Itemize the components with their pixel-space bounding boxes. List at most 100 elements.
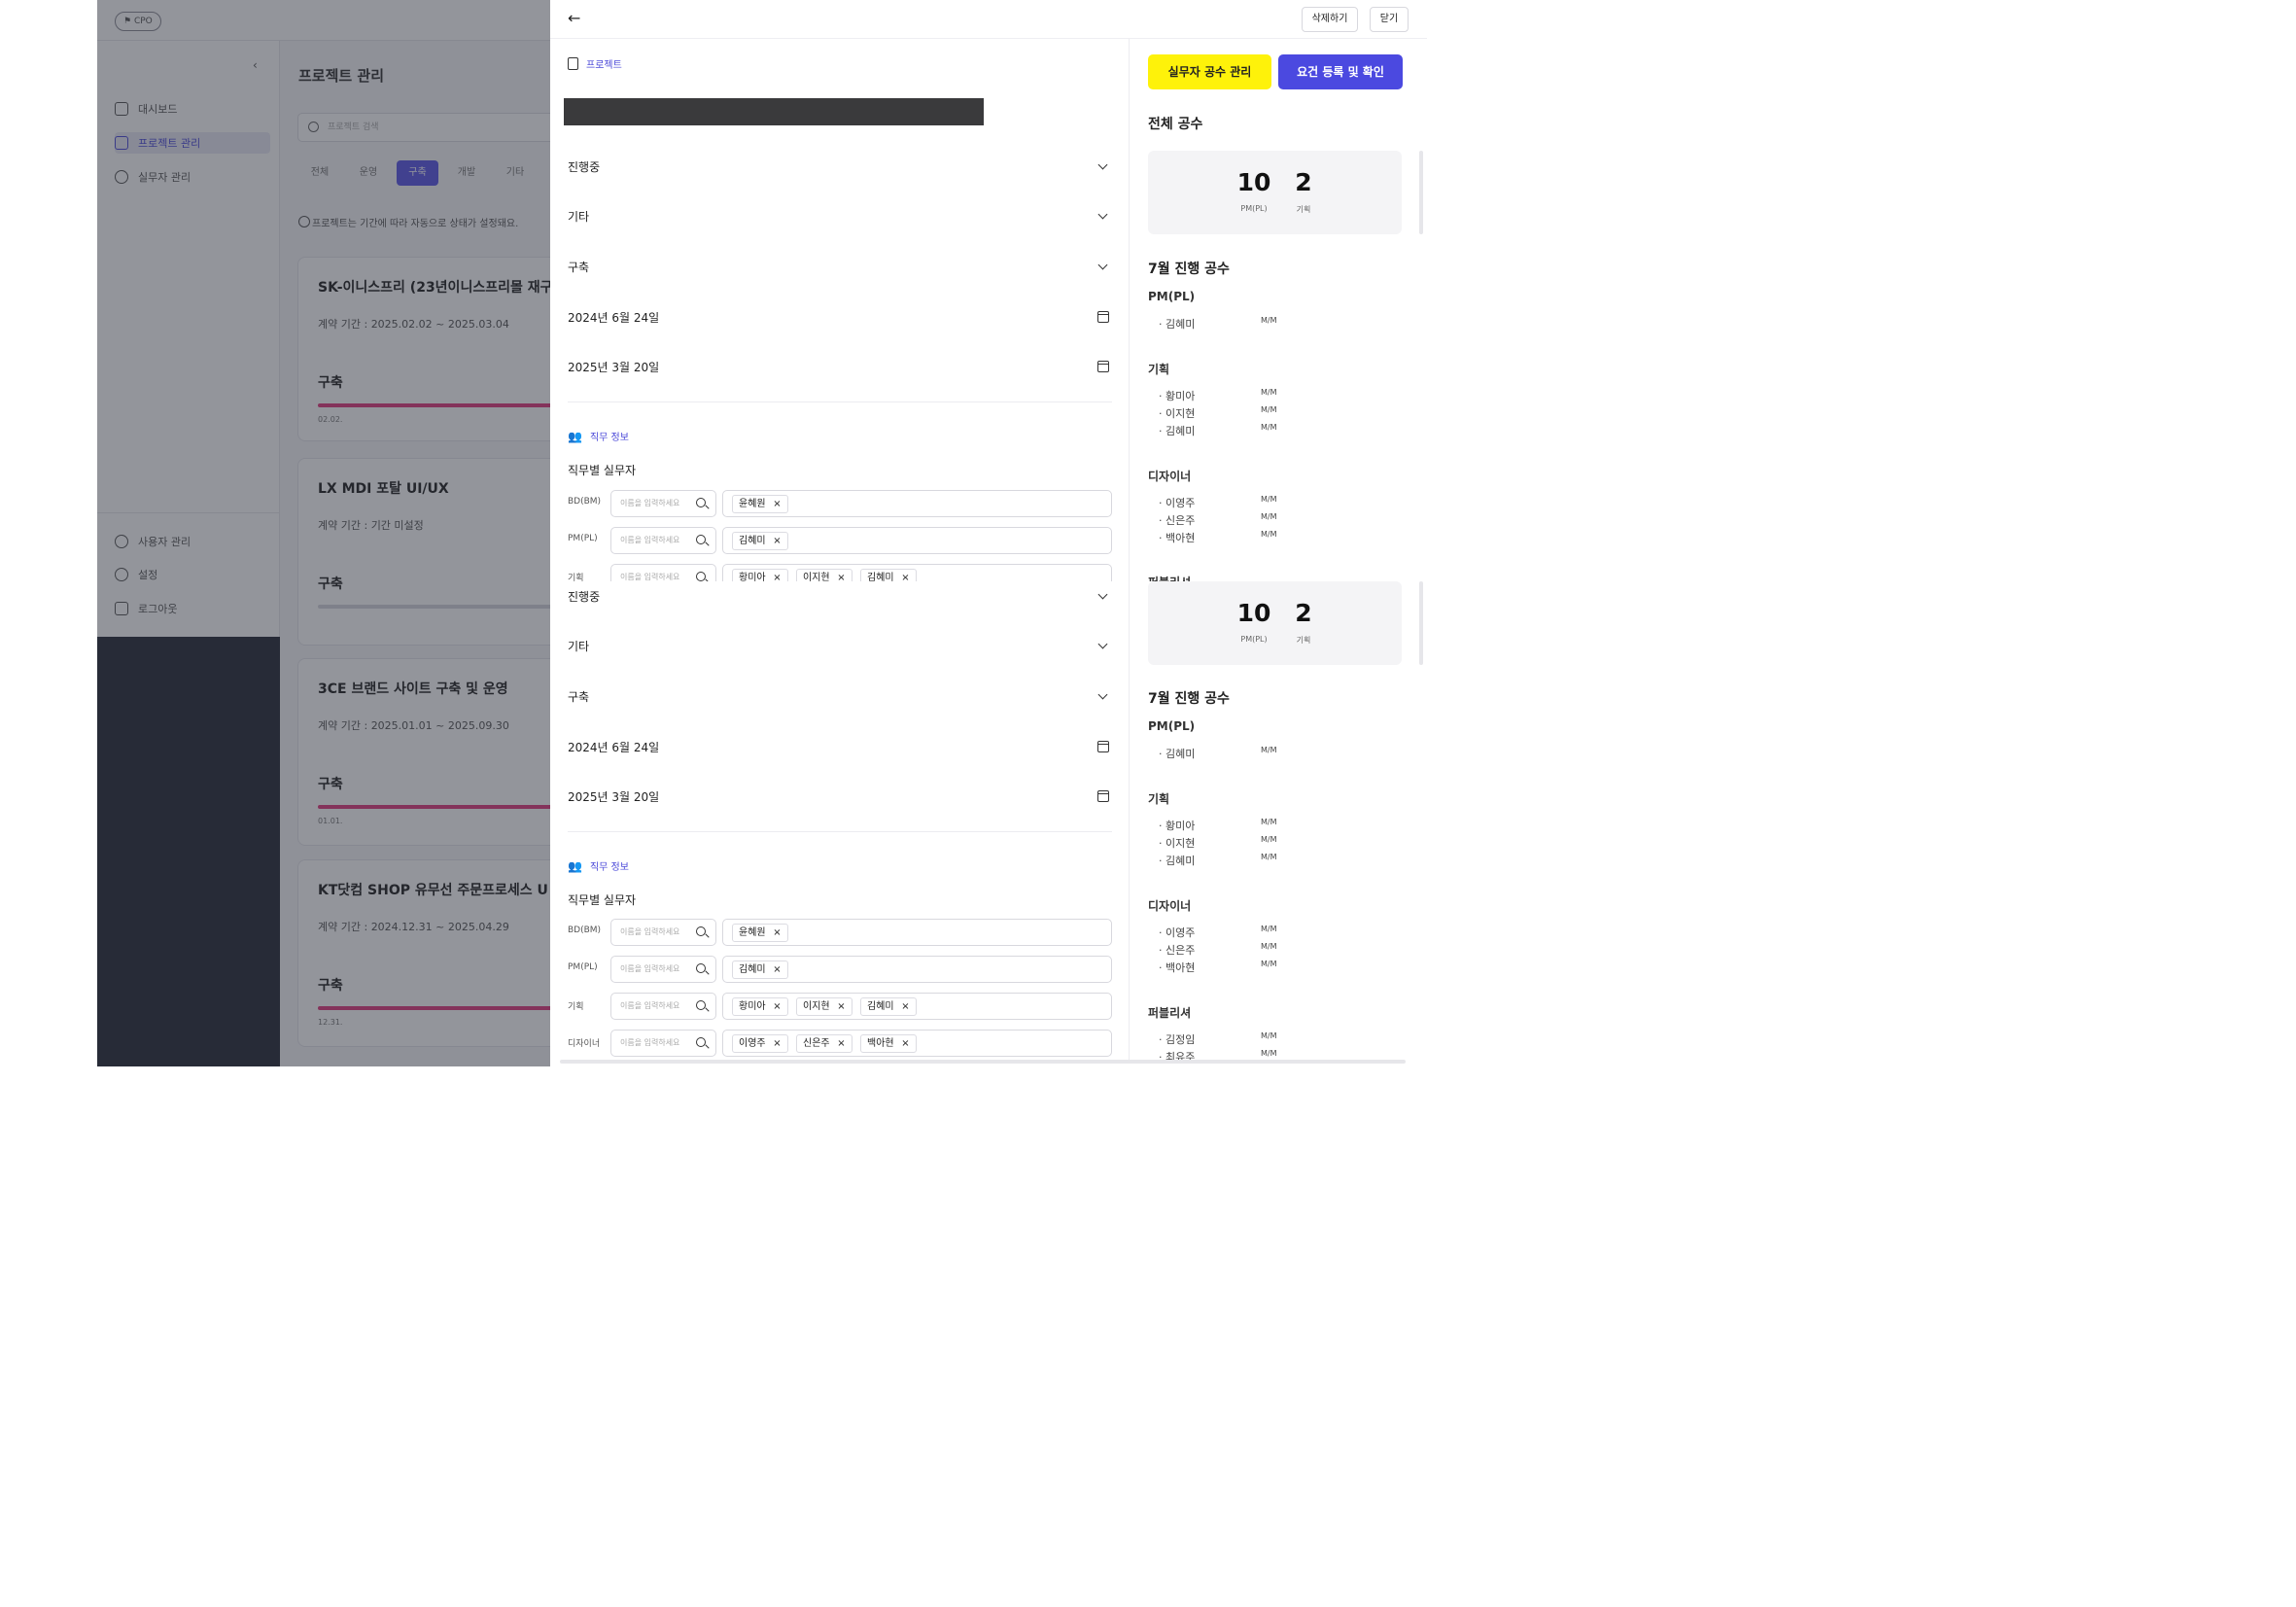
remove-icon[interactable]: × <box>901 570 909 581</box>
person-tag[interactable]: 김혜미 × <box>732 532 788 550</box>
person-tag[interactable]: 김혜미 × <box>860 569 917 581</box>
app-topbar: ⚑ CPO <box>97 0 550 41</box>
remove-icon[interactable]: × <box>901 1035 909 1052</box>
search-icon[interactable] <box>696 572 706 581</box>
card-status: 구축 <box>318 777 343 792</box>
job-label: 기획 <box>568 1002 584 1012</box>
tab-all[interactable]: 전체 <box>299 160 340 186</box>
remove-icon[interactable]: × <box>773 1035 781 1052</box>
tab-dev[interactable]: 개발 <box>446 160 487 186</box>
project-card[interactable]: SK-이니스프리 (23년이니스프리몰 재구 계약 기간 : 2025.02.0… <box>297 257 550 441</box>
person-tag[interactable]: 황미아 × <box>732 997 788 1016</box>
tag-label: 이영주 <box>739 1038 766 1049</box>
chevron-down-icon <box>1097 639 1108 648</box>
gear-icon <box>115 568 128 581</box>
remove-icon[interactable]: × <box>773 998 781 1015</box>
person-tag[interactable]: 윤혜원 × <box>732 924 788 942</box>
manage-effort-button[interactable]: 실무자 공수 관리 <box>1148 54 1271 89</box>
person-tag[interactable]: 이지현 × <box>796 569 852 581</box>
search-icon[interactable] <box>696 1000 706 1010</box>
sidebar-item-logout[interactable]: 로그아웃 <box>115 598 177 619</box>
remove-icon[interactable]: × <box>837 1035 845 1052</box>
type-select[interactable]: 기타 <box>568 631 1112 660</box>
remove-icon[interactable]: × <box>773 961 781 978</box>
name-search-input[interactable]: 이름을 입력하세요 <box>610 1030 716 1057</box>
date-value: 2024년 6월 24일 <box>568 310 660 325</box>
person-tag-box[interactable]: 김혜미 × <box>722 956 1112 983</box>
category-select[interactable]: 구축 <box>568 681 1112 711</box>
remove-icon[interactable]: × <box>837 998 845 1015</box>
status-select[interactable]: 진행중 <box>568 581 1112 611</box>
remove-icon[interactable]: × <box>837 570 845 581</box>
name-search-input[interactable]: 이름을 입력하세요 <box>610 564 716 581</box>
person-tag[interactable]: 신은주 × <box>796 1034 852 1053</box>
group-title: PM(PL) <box>1148 719 1196 733</box>
tab-build[interactable]: 구축 <box>397 160 438 186</box>
name-search-input[interactable]: 이름을 입력하세요 <box>610 956 716 983</box>
person-tag-box[interactable]: 이영주 × 신은주 × 백아현 × <box>722 1030 1112 1057</box>
sidebar-item-projects[interactable]: 프로젝트 관리 <box>115 132 270 154</box>
name-search-input[interactable]: 이름을 입력하세요 <box>610 919 716 946</box>
person-tag[interactable]: 김혜미 × <box>732 961 788 979</box>
person-tag-box[interactable]: 김혜미 × <box>722 527 1112 554</box>
remove-icon[interactable]: × <box>773 570 781 581</box>
status-select[interactable]: 진행중 <box>568 152 1112 181</box>
sidebar-item-users[interactable]: 사용자 관리 <box>115 531 191 552</box>
person-tag[interactable]: 황미아 × <box>732 569 788 581</box>
logout-icon <box>115 602 128 615</box>
vertical-scrollbar[interactable] <box>1419 151 1423 234</box>
person-tag-box[interactable]: 황미아 × 이지현 × 김혜미 × <box>722 993 1112 1020</box>
project-search-input[interactable]: 프로젝트 검색 <box>297 113 550 142</box>
name-search-input[interactable]: 이름을 입력하세요 <box>610 527 716 554</box>
background-app: ⚑ CPO ‹ 대시보드 프로젝트 관리 실무자 관리 사용자 관리 설정 로그… <box>97 0 550 1066</box>
job-label: PM(PL) <box>568 534 598 543</box>
user-admin-icon <box>115 535 128 548</box>
start-date-field[interactable]: 2024년 6월 24일 <box>568 302 1112 332</box>
vertical-scrollbar[interactable] <box>1419 581 1423 665</box>
project-card[interactable]: 3CE 브랜드 사이트 구축 및 운영 계약 기간 : 2025.01.01 ~… <box>297 658 550 846</box>
remove-icon[interactable]: × <box>773 496 781 512</box>
remove-icon[interactable]: × <box>773 533 781 549</box>
remove-icon[interactable]: × <box>901 998 909 1015</box>
back-arrow-icon[interactable]: ← <box>568 9 580 27</box>
sidebar-item-dashboard[interactable]: 대시보드 <box>115 98 177 120</box>
input-placeholder: 이름을 입력하세요 <box>620 536 680 544</box>
tag-label: 윤혜원 <box>739 499 766 509</box>
group-title: 퍼블리셔 <box>1148 1006 1192 1020</box>
search-icon[interactable] <box>696 1037 706 1047</box>
category-select[interactable]: 구축 <box>568 252 1112 281</box>
person-tag-box[interactable]: 윤혜원 × <box>722 490 1112 517</box>
collapse-icon[interactable]: ‹ <box>253 58 258 72</box>
tag-label: 백아현 <box>867 1038 894 1049</box>
end-date-field[interactable]: 2025년 3월 20일 <box>568 352 1112 381</box>
person-tag[interactable]: 이지현 × <box>796 997 852 1016</box>
page-title: 프로젝트 관리 <box>298 67 385 85</box>
person-tag-box[interactable]: 황미아 × 이지현 × 김혜미 × <box>722 564 1112 581</box>
tab-operation[interactable]: 운영 <box>348 160 389 186</box>
remove-icon[interactable]: × <box>773 925 781 941</box>
start-date-field[interactable]: 2024년 6월 24일 <box>568 732 1112 761</box>
end-date-field[interactable]: 2025년 3월 20일 <box>568 782 1112 811</box>
person-name: 김혜미 <box>1165 318 1196 331</box>
sidebar-item-settings[interactable]: 설정 <box>115 564 157 585</box>
search-icon[interactable] <box>696 498 706 507</box>
horizontal-scrollbar[interactable] <box>560 1060 1406 1064</box>
project-card[interactable]: LX MDI 포탈 UI/UX 계약 기간 : 기간 미설정 구축 <box>297 458 550 646</box>
search-icon[interactable] <box>696 926 706 936</box>
person-tag[interactable]: 이영주 × <box>732 1034 788 1053</box>
person-item: · 김혜미 <box>1159 748 1196 760</box>
tab-etc[interactable]: 기타 <box>495 160 536 186</box>
sidebar-item-workers[interactable]: 실무자 관리 <box>115 166 191 188</box>
name-search-input[interactable]: 이름을 입력하세요 <box>610 490 716 517</box>
search-icon[interactable] <box>696 535 706 544</box>
name-search-input[interactable]: 이름을 입력하세요 <box>610 993 716 1020</box>
person-tag[interactable]: 김혜미 × <box>860 997 917 1016</box>
type-select[interactable]: 기타 <box>568 201 1112 230</box>
person-tag-box[interactable]: 윤혜원 × <box>722 919 1112 946</box>
card-title: LX MDI 포탈 UI/UX <box>318 481 449 497</box>
person-tag[interactable]: 백아현 × <box>860 1034 917 1053</box>
register-confirm-button[interactable]: 요건 등록 및 확인 <box>1278 54 1403 89</box>
search-icon[interactable] <box>696 963 706 973</box>
person-tag[interactable]: 윤혜원 × <box>732 495 788 513</box>
project-card[interactable]: KT닷컴 SHOP 유무선 주문프로세스 U 계약 기간 : 2024.12.3… <box>297 859 550 1047</box>
